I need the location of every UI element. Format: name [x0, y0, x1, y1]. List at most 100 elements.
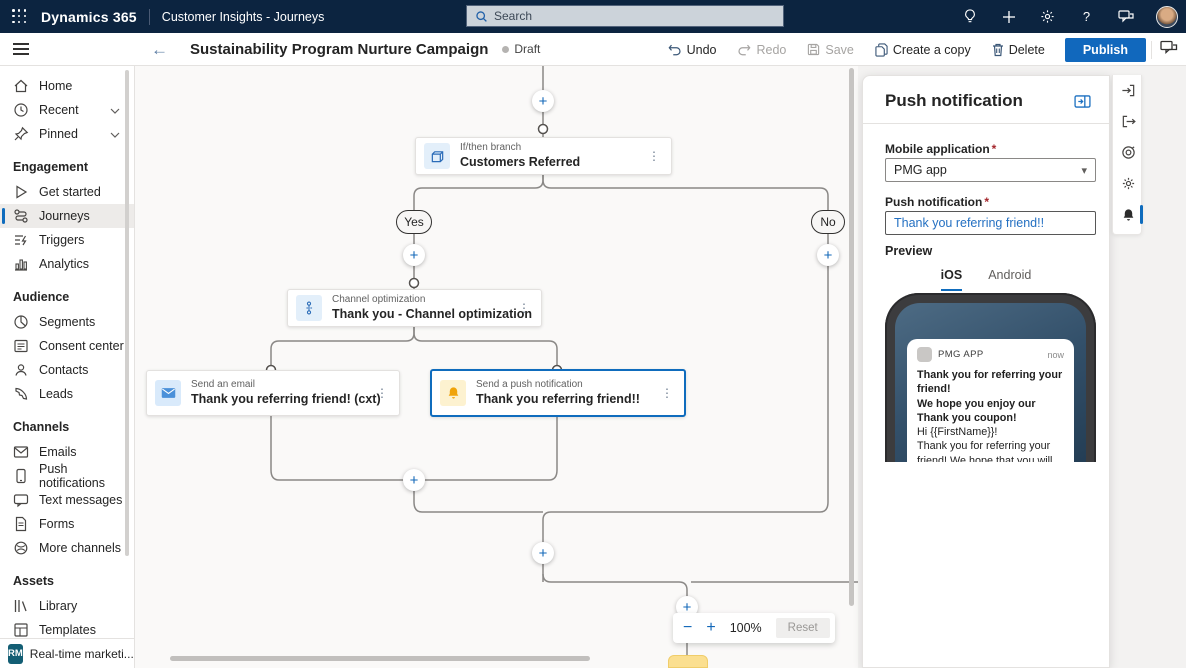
chevron-down-icon[interactable] [110, 127, 120, 141]
canvas-horizontal-scrollbar[interactable] [170, 656, 590, 661]
sidebar-item-label: Library [39, 599, 77, 613]
sidebar-item-triggers[interactable]: Triggers [0, 228, 134, 252]
sidebar-item-recent[interactable]: Recent [0, 98, 134, 122]
add-icon[interactable] [1000, 8, 1017, 25]
zoom-out-button[interactable]: − [683, 620, 692, 636]
zoom-reset-button[interactable]: Reset [776, 618, 830, 638]
app-context[interactable]: Customer Insights - Journeys [162, 10, 325, 24]
push-notification-icon [440, 380, 466, 406]
app-name[interactable]: Dynamics 365 [41, 9, 137, 25]
chevron-down-icon: ▾ [1081, 164, 1087, 177]
phone-frame: PMG APP now Thank you for referring your… [885, 293, 1096, 462]
sidebar-item-leads[interactable]: Leads [0, 382, 134, 406]
create-copy-button[interactable]: Create a copy [868, 39, 978, 61]
waffle-icon[interactable] [12, 9, 27, 24]
sidebar-item-home[interactable]: Home [0, 74, 134, 98]
sidebar-item-label: More channels [39, 541, 121, 555]
rail-settings-icon[interactable] [1113, 168, 1143, 199]
node-channel-optimization[interactable]: Channel optimization Thank you - Channel… [287, 289, 542, 327]
mobile-application-label: Mobile application* [885, 142, 996, 156]
branch-label-yes[interactable]: Yes [396, 210, 432, 234]
sidebar-item-library[interactable]: Library [0, 594, 134, 618]
sidebar-item-consent-center[interactable]: Consent center [0, 334, 134, 358]
triggers-icon [13, 232, 29, 248]
hamburger-icon[interactable] [13, 43, 29, 55]
node-title: Thank you - Channel optimization [332, 306, 505, 322]
sidebar-item-emails[interactable]: Emails [0, 440, 134, 464]
redo-button[interactable]: Redo [730, 39, 793, 61]
zoom-in-button[interactable]: + [706, 620, 715, 636]
sidebar-item-analytics[interactable]: Analytics [0, 252, 134, 276]
branch-label-no[interactable]: No [811, 210, 845, 234]
feedback-icon[interactable] [1117, 8, 1134, 25]
push-notification-input[interactable] [885, 211, 1096, 235]
node-menu-icon[interactable]: ⋮ [645, 149, 663, 163]
sidebar-item-label: Pinned [39, 127, 78, 141]
sidebar-item-label: Templates [39, 623, 96, 637]
sidebar-item-text-messages[interactable]: Text messages [0, 488, 134, 512]
help-icon[interactable]: ? [1078, 8, 1095, 25]
sidebar-item-label: Get started [39, 185, 101, 199]
send-email-icon [155, 380, 181, 406]
publish-button[interactable]: Publish [1065, 38, 1146, 62]
rail-goal-icon[interactable] [1113, 137, 1143, 168]
node-send-push-notification[interactable]: Send a push notification Thank you refer… [430, 369, 686, 417]
cut-off-node[interactable] [668, 655, 708, 668]
rail-entry-icon[interactable] [1113, 75, 1143, 106]
sidebar-item-label: Contacts [39, 363, 88, 377]
node-menu-icon[interactable]: ⋮ [658, 386, 676, 400]
mobile-application-select[interactable]: PMG app ▾ [885, 158, 1096, 182]
journey-canvas[interactable]: + + + + + + If/then branch Customers Ref… [135, 66, 860, 668]
open-in-pane-icon[interactable] [1074, 95, 1091, 113]
area-switcher[interactable]: RM Real-time marketi... [0, 638, 134, 668]
notification-card: PMG APP now Thank you for referring your… [907, 339, 1074, 462]
add-step-button[interactable]: + [403, 469, 425, 491]
phone-screen: PMG APP now Thank you for referring your… [895, 303, 1086, 462]
sidebar-item-forms[interactable]: Forms [0, 512, 134, 536]
sidebar-item-journeys[interactable]: Journeys [0, 204, 134, 228]
delete-button[interactable]: Delete [985, 39, 1052, 61]
chat-feedback-icon[interactable] [1160, 40, 1178, 61]
lightbulb-icon[interactable] [961, 8, 978, 25]
sidebar-item-more-channels[interactable]: More channels [0, 536, 134, 560]
notification-app-name: PMG APP [938, 349, 984, 360]
search-input[interactable]: Search [466, 5, 784, 27]
contacts-icon [13, 362, 29, 378]
back-button[interactable]: ← [151, 41, 168, 58]
sidebar-item-get-started[interactable]: Get started [0, 180, 134, 204]
notification-body: Thank you for referring your friend! We … [917, 439, 1064, 462]
tab-ios[interactable]: iOS [941, 268, 963, 291]
add-step-button[interactable]: + [403, 244, 425, 266]
node-menu-icon[interactable]: ⋮ [515, 301, 533, 315]
zoom-controls: − + 100% Reset [673, 613, 835, 643]
sidebar-item-pinned[interactable]: Pinned [0, 122, 134, 146]
save-icon [807, 43, 820, 56]
chevron-down-icon[interactable] [110, 103, 120, 117]
gear-icon[interactable] [1039, 8, 1056, 25]
node-if-then-branch[interactable]: If/then branch Customers Referred ⋮ [415, 137, 672, 175]
topbar-divider [149, 9, 150, 25]
node-send-email[interactable]: Send an email Thank you referring friend… [146, 370, 400, 416]
sidebar-item-segments[interactable]: Segments [0, 310, 134, 334]
rail-exit-icon[interactable] [1113, 106, 1143, 137]
sidebar-item-contacts[interactable]: Contacts [0, 358, 134, 382]
save-button[interactable]: Save [800, 39, 861, 61]
sidebar-item-push-notifications[interactable]: Push notifications [0, 464, 134, 488]
channels-icon [13, 540, 29, 556]
preview-tabs: iOS Android [863, 268, 1109, 291]
sidebar-item-label: Triggers [39, 233, 84, 247]
add-step-button[interactable]: + [532, 90, 554, 112]
add-step-button[interactable]: + [817, 244, 839, 266]
rail-notification-icon[interactable] [1113, 199, 1143, 230]
sidebar-scrollbar[interactable] [125, 70, 129, 556]
node-menu-icon[interactable]: ⋮ [373, 386, 391, 400]
canvas-vertical-scrollbar[interactable] [849, 68, 854, 606]
sidebar-item-label: Home [39, 79, 72, 93]
undo-button[interactable]: Undo [661, 39, 724, 61]
account-avatar[interactable] [1156, 6, 1178, 28]
add-step-button[interactable]: + [532, 542, 554, 564]
tab-android[interactable]: Android [988, 268, 1031, 291]
zoom-level: 100% [730, 621, 762, 635]
notification-time: now [1047, 350, 1064, 360]
node-title: Thank you referring friend!! [476, 391, 648, 407]
